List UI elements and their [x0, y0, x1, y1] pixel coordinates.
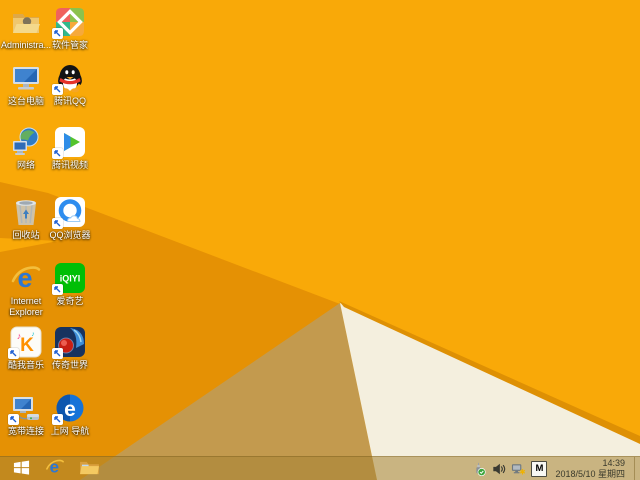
desktop-icon-qq[interactable]: 腾讯QQ [48, 62, 92, 107]
desktop-icon-legend-world-game[interactable]: 传奇世界 [48, 326, 92, 371]
taskbar-left: e [6, 457, 108, 480]
shortcut-arrow-icon [8, 348, 19, 359]
desktop-icon-label: 传奇世界 [51, 360, 88, 370]
shortcut-arrow-icon [8, 414, 19, 425]
web-nav-e-icon: e [52, 392, 86, 425]
desktop-icon-network[interactable]: 网络 [4, 126, 48, 171]
software-manager-icon [52, 6, 86, 39]
shortcut-arrow-icon [52, 348, 63, 359]
volume-icon[interactable] [491, 461, 506, 477]
user-folder-icon [10, 6, 42, 38]
shortcut-arrow-icon [52, 28, 63, 39]
svg-text:♪: ♪ [31, 331, 35, 338]
browser-ring-cloud-icon [52, 196, 86, 229]
desktop-icon-iqiyi[interactable]: iQIYI 爱奇艺 [48, 262, 92, 307]
start-button[interactable] [6, 457, 36, 480]
taskbar-explorer-button[interactable] [74, 457, 104, 480]
recycle-bin-icon [10, 196, 42, 228]
shortcut-arrow-icon [52, 218, 63, 229]
shortcut-arrow-icon [52, 148, 63, 159]
desktop-icon-software-manager[interactable]: 软件管家 [48, 6, 92, 51]
desktop-icon-label: 腾讯QQ [53, 96, 86, 106]
shortcut-arrow-icon [52, 414, 63, 425]
play-video-icon [52, 126, 86, 159]
desktop-icon-tencent-video[interactable]: 腾讯视频 [48, 126, 92, 171]
svg-text:♪: ♪ [17, 331, 22, 341]
desktop-icon-this-pc[interactable]: 这台电脑 [4, 62, 48, 107]
desktop-icon-label: QQ浏览器 [49, 230, 91, 240]
computer-icon [10, 62, 42, 94]
desktop-icon-label: 腾讯视频 [51, 160, 88, 170]
clock-date: 2018/5/10 星期四 [555, 468, 625, 479]
desktop-icon-qq-browser[interactable]: QQ浏览器 [48, 196, 92, 241]
usb-safely-remove-icon[interactable] [471, 461, 486, 477]
svg-text:K: K [20, 335, 34, 356]
windows-logo-icon [13, 459, 30, 479]
qq-penguin-icon [52, 62, 86, 95]
desktop-icon-label: 上网 导航 [50, 426, 90, 436]
shortcut-arrow-icon [52, 84, 63, 95]
ie-icon: e [45, 457, 65, 480]
svg-text:✱: ✱ [520, 468, 526, 476]
clock-time: 14:39 [602, 458, 625, 468]
show-desktop-button[interactable] [634, 457, 640, 480]
game-orb-icon [52, 326, 86, 359]
desktop-icon-administrator[interactable]: Administra... [1, 6, 51, 51]
desktop-icon-kuwo-music[interactable]: K ♪ ♪ 酷我音乐 [4, 326, 48, 371]
ime-indicator[interactable]: M [531, 460, 548, 477]
svg-text:iQIYI: iQIYI [60, 274, 81, 284]
desktop-icon-broadband[interactable]: 宽带连接 [4, 392, 48, 437]
desktop-icon-web-navigation[interactable]: e 上网 导航 [48, 392, 92, 437]
network-globe-icon [10, 126, 42, 158]
taskbar-clock[interactable]: 14:39 2018/5/10 星期四 [555, 458, 625, 479]
desktop: Administra... 软件管家 这台电脑 腾讯QQ 网络 腾讯视频 回收站… [0, 0, 640, 480]
wallpaper [0, 0, 640, 480]
iqiyi-icon: iQIYI [52, 262, 86, 295]
ie-icon: e [10, 262, 42, 294]
music-box-icon: K ♪ ♪ [8, 326, 42, 359]
svg-text:e: e [64, 398, 76, 421]
broadband-connection-icon [8, 392, 42, 425]
taskbar-ie-button[interactable]: e [40, 457, 70, 480]
desktop-icon-label: 软件管家 [51, 40, 88, 50]
system-tray: ✱ M 14:39 2018/5/10 星期四 [471, 457, 640, 480]
folder-icon [79, 459, 100, 479]
shortcut-arrow-icon [52, 284, 63, 295]
network-status-icon[interactable]: ✱ [511, 461, 526, 477]
desktop-icon-label: 爱奇艺 [56, 296, 84, 306]
desktop-icon-recycle-bin[interactable]: 回收站 [4, 196, 48, 241]
taskbar: e ✱ M 14:39 2018/5/10 星期四 [0, 456, 640, 480]
desktop-icon-internet-explorer[interactable]: e Internet Explorer [4, 262, 48, 317]
